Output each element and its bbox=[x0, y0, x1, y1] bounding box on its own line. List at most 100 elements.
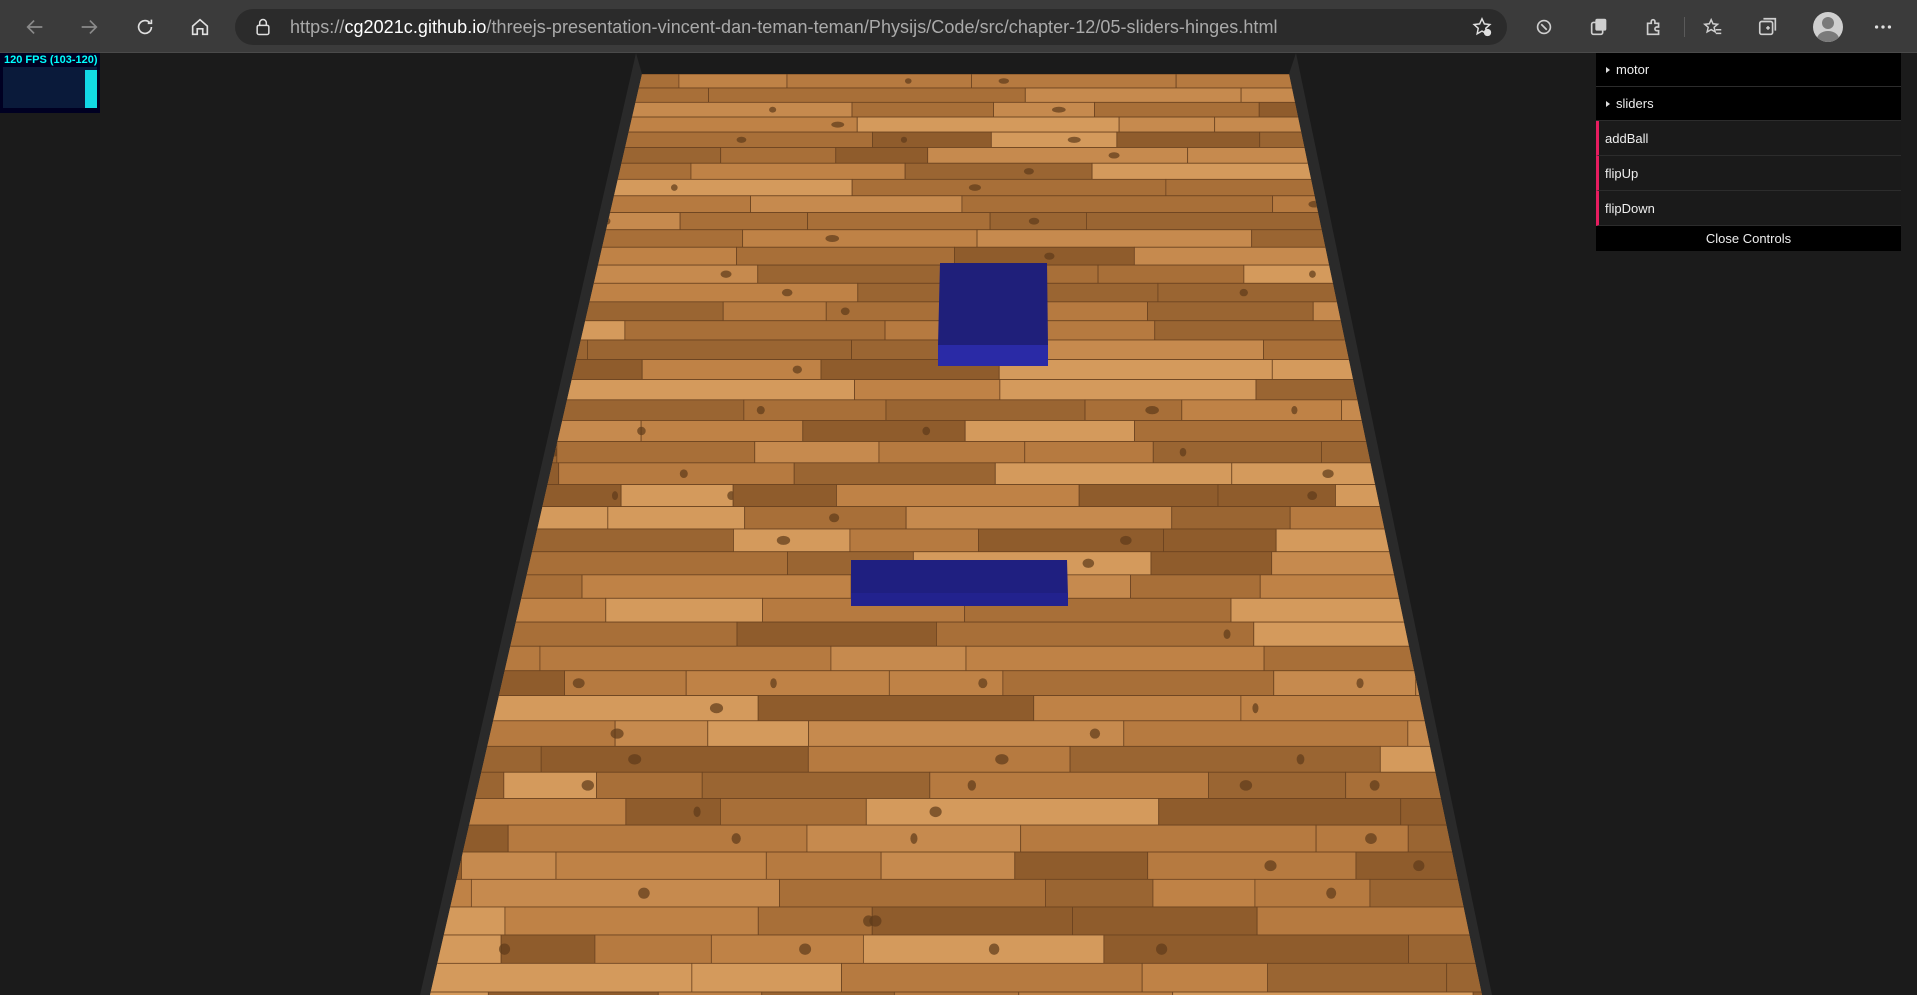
home-button[interactable] bbox=[183, 10, 217, 44]
floor-plank bbox=[607, 506, 746, 530]
wood-knot bbox=[693, 806, 701, 818]
collections-icon bbox=[1758, 17, 1777, 36]
refresh-button[interactable] bbox=[128, 10, 162, 44]
floor-plank bbox=[1355, 851, 1482, 880]
more-menu-button[interactable] bbox=[1868, 12, 1898, 42]
floor-plank bbox=[430, 670, 565, 697]
floor-plank bbox=[434, 147, 594, 164]
collections-button[interactable] bbox=[1584, 12, 1614, 42]
gui-button-label: flipUp bbox=[1605, 165, 1639, 181]
floor-plank bbox=[430, 441, 558, 464]
floor-plank bbox=[430, 574, 583, 599]
floor-plank bbox=[1251, 229, 1391, 248]
floor-plank bbox=[927, 147, 1189, 164]
floor-plank bbox=[1315, 824, 1409, 853]
floor-plank bbox=[1266, 962, 1448, 993]
floor-plank bbox=[430, 962, 693, 993]
floor-plank bbox=[539, 645, 832, 672]
forward-button[interactable] bbox=[72, 10, 106, 44]
wood-knot bbox=[1309, 270, 1316, 278]
floor-plank bbox=[622, 101, 853, 118]
back-button[interactable] bbox=[18, 10, 52, 44]
floor-plank bbox=[1441, 359, 1482, 380]
floor-plank bbox=[624, 320, 886, 341]
refresh-icon bbox=[137, 19, 153, 35]
floor-plank bbox=[556, 441, 756, 464]
floor-plank bbox=[1590, 598, 1739, 622]
wood-knot bbox=[840, 307, 850, 316]
floor-plank bbox=[1217, 484, 1336, 507]
wood-knot bbox=[1322, 469, 1334, 479]
floor-plank bbox=[532, 74, 680, 89]
gui-button-flipup[interactable]: flipUp bbox=[1596, 156, 1901, 191]
gui-button-label: addBall bbox=[1605, 130, 1649, 146]
floor-plank bbox=[1045, 878, 1154, 908]
floor-plank bbox=[1562, 340, 1813, 360]
gui-folder-motor[interactable]: motor bbox=[1596, 53, 1901, 87]
wood-knot bbox=[1067, 136, 1081, 143]
floor-plank bbox=[1383, 264, 1474, 284]
collections-add-button[interactable] bbox=[1753, 12, 1783, 42]
floor-plank bbox=[936, 621, 1255, 647]
wood-knot bbox=[1089, 728, 1101, 739]
floor-plank bbox=[779, 878, 1046, 908]
floor-plank bbox=[507, 824, 808, 853]
webgl-canvas[interactable]: 120 FPS (103-120) motor sliders addBall … bbox=[0, 53, 1917, 995]
floor-plank bbox=[330, 963, 425, 992]
floor-plank bbox=[1451, 195, 1482, 214]
floor-plank bbox=[1020, 824, 1317, 853]
floor-plank bbox=[871, 906, 1073, 936]
floor-plank bbox=[1407, 824, 1482, 853]
floor-plank bbox=[1558, 935, 1717, 963]
floor-plank bbox=[1091, 162, 1391, 180]
floor-plank bbox=[1263, 339, 1469, 361]
floor-plank bbox=[1259, 574, 1459, 599]
floor-plank bbox=[1461, 399, 1482, 421]
url-text[interactable]: https://cg2021c.github.io/threejs-presen… bbox=[290, 17, 1278, 38]
arrow-left-icon bbox=[26, 19, 43, 35]
floor-plank bbox=[710, 934, 864, 964]
floor-plank bbox=[742, 229, 978, 248]
wood-knot bbox=[1510, 654, 1517, 664]
more-dots-icon bbox=[1874, 25, 1892, 29]
wood-knot bbox=[331, 678, 342, 688]
floor-plank bbox=[1411, 420, 1482, 442]
floor-plank bbox=[1024, 87, 1242, 103]
floor-plank bbox=[1163, 528, 1277, 553]
floor-plank bbox=[1364, 246, 1482, 266]
floor-plank bbox=[830, 645, 967, 672]
copy-pages-icon bbox=[1590, 18, 1607, 36]
address-bar[interactable]: https://cg2021c.github.io/threejs-presen… bbox=[235, 9, 1507, 45]
floor-plank bbox=[1014, 851, 1149, 880]
floor-plank bbox=[504, 906, 759, 936]
floor-plank bbox=[448, 597, 607, 623]
wood-knot bbox=[637, 426, 646, 436]
wood-knot bbox=[1179, 447, 1187, 457]
profile-avatar[interactable] bbox=[1813, 12, 1843, 42]
lock-icon[interactable] bbox=[253, 17, 273, 37]
floor-plank bbox=[1563, 507, 1804, 529]
floor-plank bbox=[430, 116, 592, 133]
extensions-button[interactable] bbox=[1639, 12, 1669, 42]
sync-button[interactable] bbox=[1529, 12, 1559, 42]
gui-folder-sliders[interactable]: sliders bbox=[1596, 87, 1901, 121]
floor-plank bbox=[430, 420, 474, 442]
wood-knot bbox=[869, 915, 882, 927]
floor-plank bbox=[430, 282, 575, 303]
close-controls-button[interactable]: Close Controls bbox=[1596, 226, 1901, 251]
wood-knot bbox=[1239, 780, 1253, 791]
home-icon bbox=[191, 18, 209, 36]
favorites-button[interactable] bbox=[1698, 12, 1728, 42]
add-favorite-icon[interactable] bbox=[1471, 16, 1493, 38]
floor-plank bbox=[430, 339, 588, 361]
floor-plank bbox=[430, 720, 475, 747]
fps-stats-panel[interactable]: 120 FPS (103-120) bbox=[0, 53, 100, 113]
floor-plank bbox=[1069, 745, 1381, 773]
floor-plank bbox=[1214, 116, 1355, 133]
gui-button-flipdown[interactable]: flipDown bbox=[1596, 191, 1901, 226]
gui-button-addball[interactable]: addBall bbox=[1596, 121, 1901, 156]
floor-plank bbox=[1389, 229, 1482, 248]
floor-plank bbox=[802, 420, 966, 442]
slider-box-top bbox=[938, 263, 1048, 366]
floor-plank bbox=[1141, 962, 1268, 993]
